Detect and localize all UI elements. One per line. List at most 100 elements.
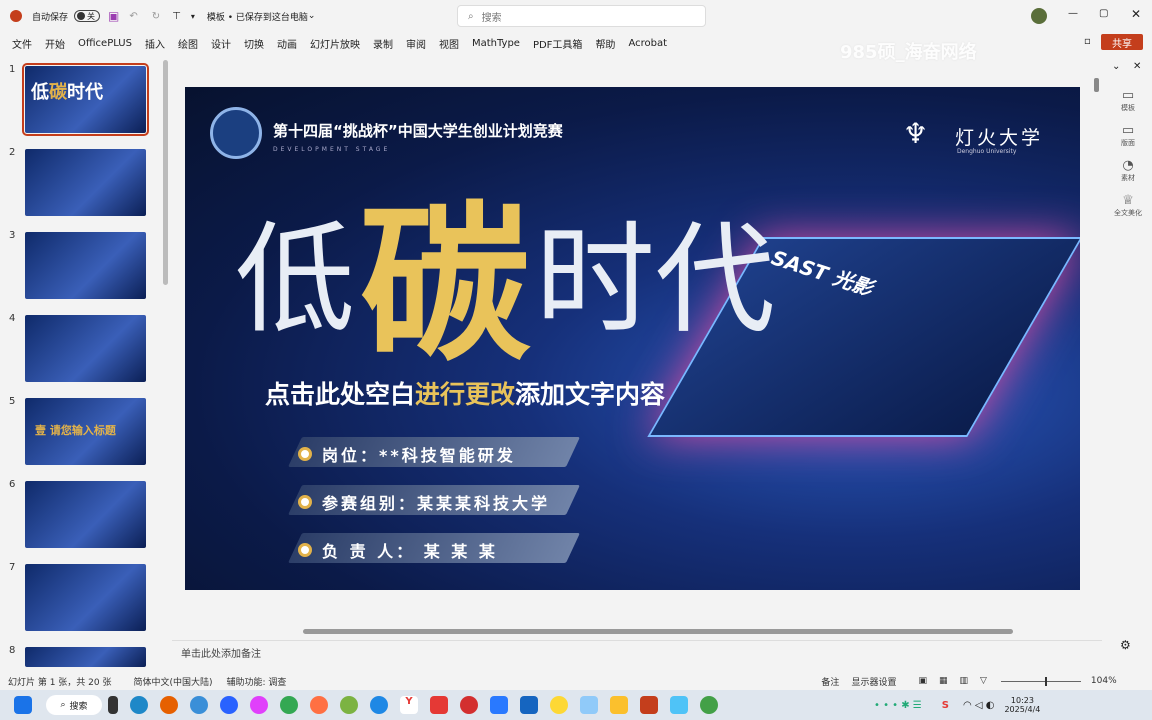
slide-thumbnail-1[interactable]: 低碳时代 (22, 63, 149, 136)
yandex-icon[interactable]: Y (400, 696, 418, 714)
slide-thumbnail-3[interactable] (25, 232, 146, 299)
tab-animations[interactable]: 动画 (277, 36, 297, 51)
competition-title: 第十四届“挑战杯”中国大学生创业计划竞赛 (273, 122, 563, 140)
folder-icon[interactable] (610, 696, 628, 714)
system-tray[interactable]: • • • ✱ ☰ (874, 700, 922, 711)
ie-icon[interactable] (370, 696, 388, 714)
vertical-scrollbar[interactable] (1094, 78, 1099, 92)
notepad-icon[interactable] (670, 696, 688, 714)
tab-draw[interactable]: 绘图 (178, 36, 198, 51)
redo-icon[interactable]: ↻ (152, 11, 160, 22)
thumbnail-number: 5 (9, 396, 16, 407)
tab-officeplus[interactable]: OfficePLUS (78, 38, 132, 49)
slide-thumbnail-5[interactable]: 壹 请您输入标题 (25, 398, 146, 465)
slide-thumbnail-6[interactable] (25, 481, 146, 548)
thumbnail-number: 2 (9, 147, 16, 158)
accessibility-status[interactable]: 辅助功能: 调查 (227, 675, 287, 688)
browser-icon[interactable] (310, 696, 328, 714)
zoom-level[interactable]: 104% (1091, 676, 1117, 686)
app-icon[interactable] (108, 696, 118, 714)
ie-icon[interactable] (340, 696, 358, 714)
slide-thumbnail-pane: 1 低碳时代 2 3 4 5 壹 请您输入标题 6 7 8 (0, 58, 172, 670)
clock[interactable]: 10:23 2025/4/4 (1004, 696, 1040, 714)
share-button[interactable]: 共享 (1101, 34, 1143, 50)
tab-record[interactable]: 录制 (373, 36, 393, 51)
beautify-button[interactable]: ♕ 全文美化 (1104, 193, 1152, 218)
close-button[interactable]: ✕ (1131, 7, 1141, 21)
wifi-icon[interactable]: ◠ ◁ ◐ (963, 700, 995, 711)
display-settings-button[interactable]: 显示器设置 (851, 675, 896, 688)
layout-button[interactable]: ▭ 版面 (1104, 123, 1152, 148)
slide-thumbnail-8[interactable] (25, 647, 146, 667)
powerpoint-icon[interactable] (640, 696, 658, 714)
tab-slideshow[interactable]: 幻灯片放映 (310, 36, 360, 51)
document-title[interactable]: 模板 • 已保存到这台电脑 (207, 10, 308, 23)
normal-view-icon[interactable]: ▣ (918, 676, 927, 686)
firefox-icon[interactable] (160, 696, 178, 714)
restore-button[interactable]: ▢ (1099, 8, 1108, 19)
collapse-ribbon-icon[interactable]: ⌄ (1112, 61, 1120, 72)
browser-icon[interactable] (190, 696, 208, 714)
app-icon[interactable] (490, 696, 508, 714)
tab-file[interactable]: 文件 (12, 36, 32, 51)
university-name-en: Denghuo University (957, 148, 1017, 155)
comments-icon[interactable]: ▫ (1084, 36, 1091, 47)
undo-icon[interactable]: ↶ (129, 11, 137, 22)
wechat-icon[interactable] (700, 696, 718, 714)
horizontal-scrollbar[interactable] (178, 626, 1088, 636)
status-bar: 幻灯片 第 1 张，共 20 张 简体中文(中国大陆) 辅助功能: 调查 备注 … (0, 673, 1152, 689)
thumbnail-scrollbar[interactable] (163, 60, 168, 285)
tab-review[interactable]: 审阅 (406, 36, 426, 51)
tab-insert[interactable]: 插入 (145, 36, 165, 51)
save-icon[interactable]: ▣ (108, 9, 119, 23)
slide-info: 幻灯片 第 1 张，共 20 张 (8, 677, 112, 688)
thumbnail-number: 4 (9, 313, 16, 324)
minimize-button[interactable]: — (1068, 8, 1078, 19)
ime-icon[interactable]: S (942, 700, 949, 711)
search-icon: ⌕ (468, 10, 474, 22)
layout-icon: ▭ (1121, 123, 1135, 138)
designer-panel: ▭ 模板 ▭ 版面 ◔ 素材 ♕ 全文美化 (1104, 88, 1152, 248)
windows-start-icon[interactable] (14, 696, 32, 714)
tab-design[interactable]: 设计 (211, 36, 231, 51)
notes-button[interactable]: 备注 (821, 675, 839, 688)
present-icon[interactable]: ⊤ (172, 11, 181, 22)
tab-home[interactable]: 开始 (45, 36, 65, 51)
app-icon[interactable] (550, 696, 568, 714)
avatar[interactable] (1031, 8, 1047, 24)
close-pane-icon[interactable]: ✕ (1133, 61, 1141, 72)
slide-thumbnail-2[interactable] (25, 149, 146, 216)
vivaldi-icon[interactable] (460, 696, 478, 714)
tab-mathtype[interactable]: MathType (472, 38, 520, 49)
zoom-slider[interactable] (1000, 676, 1081, 686)
slide-sorter-icon[interactable]: ▦ (939, 676, 948, 686)
tab-pdf-tools[interactable]: PDF工具箱 (533, 36, 582, 51)
slide-thumbnail-7[interactable] (25, 564, 146, 631)
tab-transitions[interactable]: 切换 (244, 36, 264, 51)
reading-view-icon[interactable]: ▥ (959, 676, 968, 686)
slideshow-icon[interactable]: ▽ (980, 676, 987, 686)
notes-input[interactable]: 单击此处添加备注 (172, 640, 1102, 660)
chrome-icon[interactable] (280, 696, 298, 714)
browser-icon[interactable] (220, 696, 238, 714)
taskbar-search[interactable]: ⌕ 搜索 (46, 695, 102, 715)
slide-thumbnail-4[interactable] (25, 315, 146, 382)
customize-icon[interactable]: ▾ (191, 12, 195, 21)
autosave-toggle[interactable]: 关 (74, 10, 101, 22)
brave-icon[interactable] (430, 696, 448, 714)
thumbnail-number: 8 (9, 645, 16, 656)
photos-icon[interactable] (580, 696, 598, 714)
settings-icon[interactable]: ⚙ (1120, 638, 1131, 652)
edge-icon[interactable] (130, 696, 148, 714)
browser-icon[interactable] (250, 696, 268, 714)
tab-acrobat[interactable]: Acrobat (628, 38, 667, 49)
slide-canvas[interactable]: SAST 光影 第十四届“挑战杯”中国大学生创业计划竞赛 DEVELOPMENT… (185, 87, 1080, 590)
template-button[interactable]: ▭ 模板 (1104, 88, 1152, 113)
tab-help[interactable]: 帮助 (595, 36, 615, 51)
tab-view[interactable]: 视图 (439, 36, 459, 51)
assets-button[interactable]: ◔ 素材 (1104, 158, 1152, 183)
language[interactable]: 简体中文(中国大陆) (133, 675, 212, 688)
search-input[interactable]: ⌕ 搜索 (457, 5, 706, 27)
app-icon[interactable] (520, 696, 538, 714)
search-icon: ⌕ (60, 700, 66, 710)
